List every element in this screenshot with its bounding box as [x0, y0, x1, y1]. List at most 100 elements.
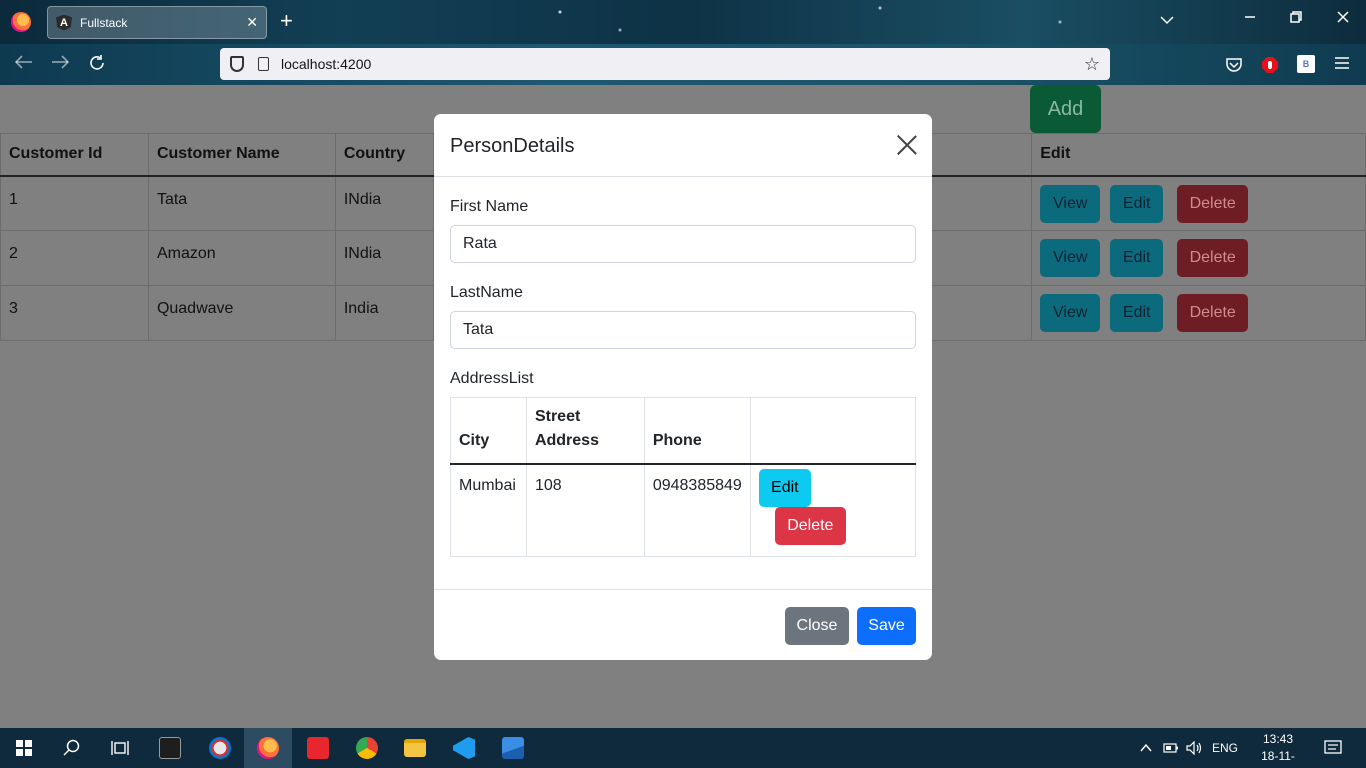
- taskbar-wps[interactable]: [294, 728, 342, 768]
- browser-titlebar: A Fullstack ✕ +: [0, 0, 1366, 44]
- cell-country: INdia: [334, 175, 434, 231]
- page-info-icon[interactable]: [258, 57, 269, 71]
- pocket-icon[interactable]: [1225, 56, 1243, 79]
- person-details-modal: PersonDetails First Name LastName Addres…: [434, 114, 932, 660]
- cell-actions: View Edit Delete: [1031, 285, 1366, 341]
- start-button[interactable]: [0, 728, 48, 768]
- wps-office-icon: [307, 737, 329, 759]
- save-button[interactable]: Save: [857, 607, 916, 645]
- url-text[interactable]: localhost:4200: [281, 56, 1084, 72]
- firefox-icon: [257, 737, 279, 759]
- cell-name: Amazon: [147, 230, 336, 286]
- vscode-icon: [453, 737, 475, 759]
- address-delete-button[interactable]: Delete: [774, 506, 846, 545]
- cell-country: INdia: [334, 230, 434, 286]
- cell-id: 1: [0, 175, 149, 231]
- taskbar-firefox[interactable]: [244, 728, 292, 768]
- search-icon: [63, 739, 80, 756]
- show-hidden-icons[interactable]: [1140, 728, 1152, 768]
- volume-icon[interactable]: [1186, 728, 1204, 768]
- address-row: Mumbai 108 0948385849 Edit Delete: [450, 463, 917, 557]
- browser-tab[interactable]: A Fullstack ✕: [47, 6, 267, 39]
- new-tab-button[interactable]: +: [280, 10, 293, 32]
- modal-footer: Close Save: [434, 589, 932, 660]
- edit-button[interactable]: Edit: [1110, 184, 1164, 223]
- cell-actions: View Edit Delete: [1031, 175, 1366, 231]
- paint-icon: [209, 737, 231, 759]
- header-customer-name: Customer Name: [147, 133, 336, 177]
- cell-address-actions: Edit Delete: [749, 463, 917, 557]
- header-phone: Phone: [643, 397, 751, 465]
- bookmark-star-icon[interactable]: ☆: [1084, 54, 1100, 75]
- modal-header: PersonDetails: [434, 114, 932, 177]
- taskbar-terminal[interactable]: [146, 728, 194, 768]
- address-bar[interactable]: localhost:4200 ☆: [220, 48, 1110, 80]
- adblock-icon[interactable]: [1261, 56, 1279, 79]
- extension-b-icon[interactable]: B: [1297, 55, 1315, 73]
- cell-street: 108: [525, 463, 645, 557]
- view-button[interactable]: View: [1040, 184, 1101, 223]
- address-list-label: AddressList: [450, 370, 534, 387]
- battery-icon[interactable]: [1163, 728, 1179, 768]
- taskbar-vscode[interactable]: [440, 728, 488, 768]
- modal-title: PersonDetails: [450, 135, 575, 157]
- chrome-icon: [356, 737, 378, 759]
- cell-id: 2: [0, 230, 149, 286]
- taskbar-photos[interactable]: [489, 728, 537, 768]
- header-city: City: [450, 397, 527, 465]
- edit-button[interactable]: Edit: [1110, 294, 1164, 332]
- reload-icon[interactable]: [88, 54, 106, 77]
- address-edit-button[interactable]: Edit: [758, 468, 811, 507]
- firefox-icon[interactable]: [11, 12, 31, 32]
- chevron-up-icon: [1140, 743, 1152, 752]
- cell-city: Mumbai: [450, 463, 527, 557]
- close-button[interactable]: Close: [785, 607, 849, 645]
- minimize-icon[interactable]: [1244, 10, 1256, 28]
- photos-icon: [502, 737, 524, 759]
- view-button[interactable]: View: [1040, 294, 1101, 332]
- address-table: City Street Address Phone Mumbai 108 094…: [450, 397, 917, 557]
- view-button[interactable]: View: [1040, 239, 1101, 277]
- list-all-tabs-icon[interactable]: [1160, 12, 1174, 28]
- task-view-button[interactable]: [96, 728, 144, 768]
- edit-button[interactable]: Edit: [1110, 239, 1164, 277]
- taskbar-file-explorer[interactable]: [391, 728, 439, 768]
- taskbar-clock[interactable]: 13:43 18-11-2022: [1250, 731, 1306, 768]
- windows-taskbar: ENG 13:43 18-11-2022: [0, 728, 1366, 768]
- tab-title: Fullstack: [80, 15, 128, 30]
- cell-country: India: [334, 285, 434, 341]
- browser-navbar: localhost:4200 ☆ B: [0, 44, 1366, 85]
- close-window-icon[interactable]: [1337, 10, 1349, 28]
- delete-button[interactable]: Delete: [1177, 184, 1249, 223]
- close-tab-icon[interactable]: ✕: [246, 14, 258, 31]
- restore-icon[interactable]: [1290, 10, 1302, 28]
- terminal-icon: [159, 737, 181, 759]
- close-icon[interactable]: [896, 134, 918, 156]
- language-indicator[interactable]: ENG: [1212, 728, 1238, 768]
- first-name-input[interactable]: [450, 225, 916, 263]
- notifications-icon[interactable]: [1324, 728, 1342, 768]
- first-name-label: First Name: [450, 198, 529, 215]
- angular-icon: A: [56, 14, 72, 31]
- clock-date: 18-11-2022: [1261, 749, 1295, 768]
- last-name-input[interactable]: [450, 311, 916, 349]
- tracking-protection-icon[interactable]: [230, 56, 244, 72]
- taskbar-paint[interactable]: [196, 728, 244, 768]
- header-edit: Edit: [1031, 133, 1366, 177]
- search-button[interactable]: [48, 728, 96, 768]
- delete-button[interactable]: Delete: [1177, 294, 1249, 332]
- menu-icon[interactable]: [1334, 56, 1350, 75]
- cell-name: Quadwave: [147, 285, 336, 341]
- header-street-address: Street Address: [525, 397, 645, 465]
- windows-icon: [16, 740, 32, 756]
- add-button[interactable]: Add: [1030, 85, 1101, 133]
- back-icon[interactable]: [14, 54, 34, 75]
- delete-button[interactable]: Delete: [1177, 239, 1249, 277]
- task-view-icon: [111, 741, 129, 755]
- header-customer-id: Customer Id: [0, 133, 149, 177]
- cell-phone: 0948385849: [643, 463, 751, 557]
- cell-actions: View Edit Delete: [1031, 230, 1366, 286]
- header-actions: [749, 397, 917, 465]
- forward-icon[interactable]: [50, 54, 70, 75]
- taskbar-chrome[interactable]: [343, 728, 391, 768]
